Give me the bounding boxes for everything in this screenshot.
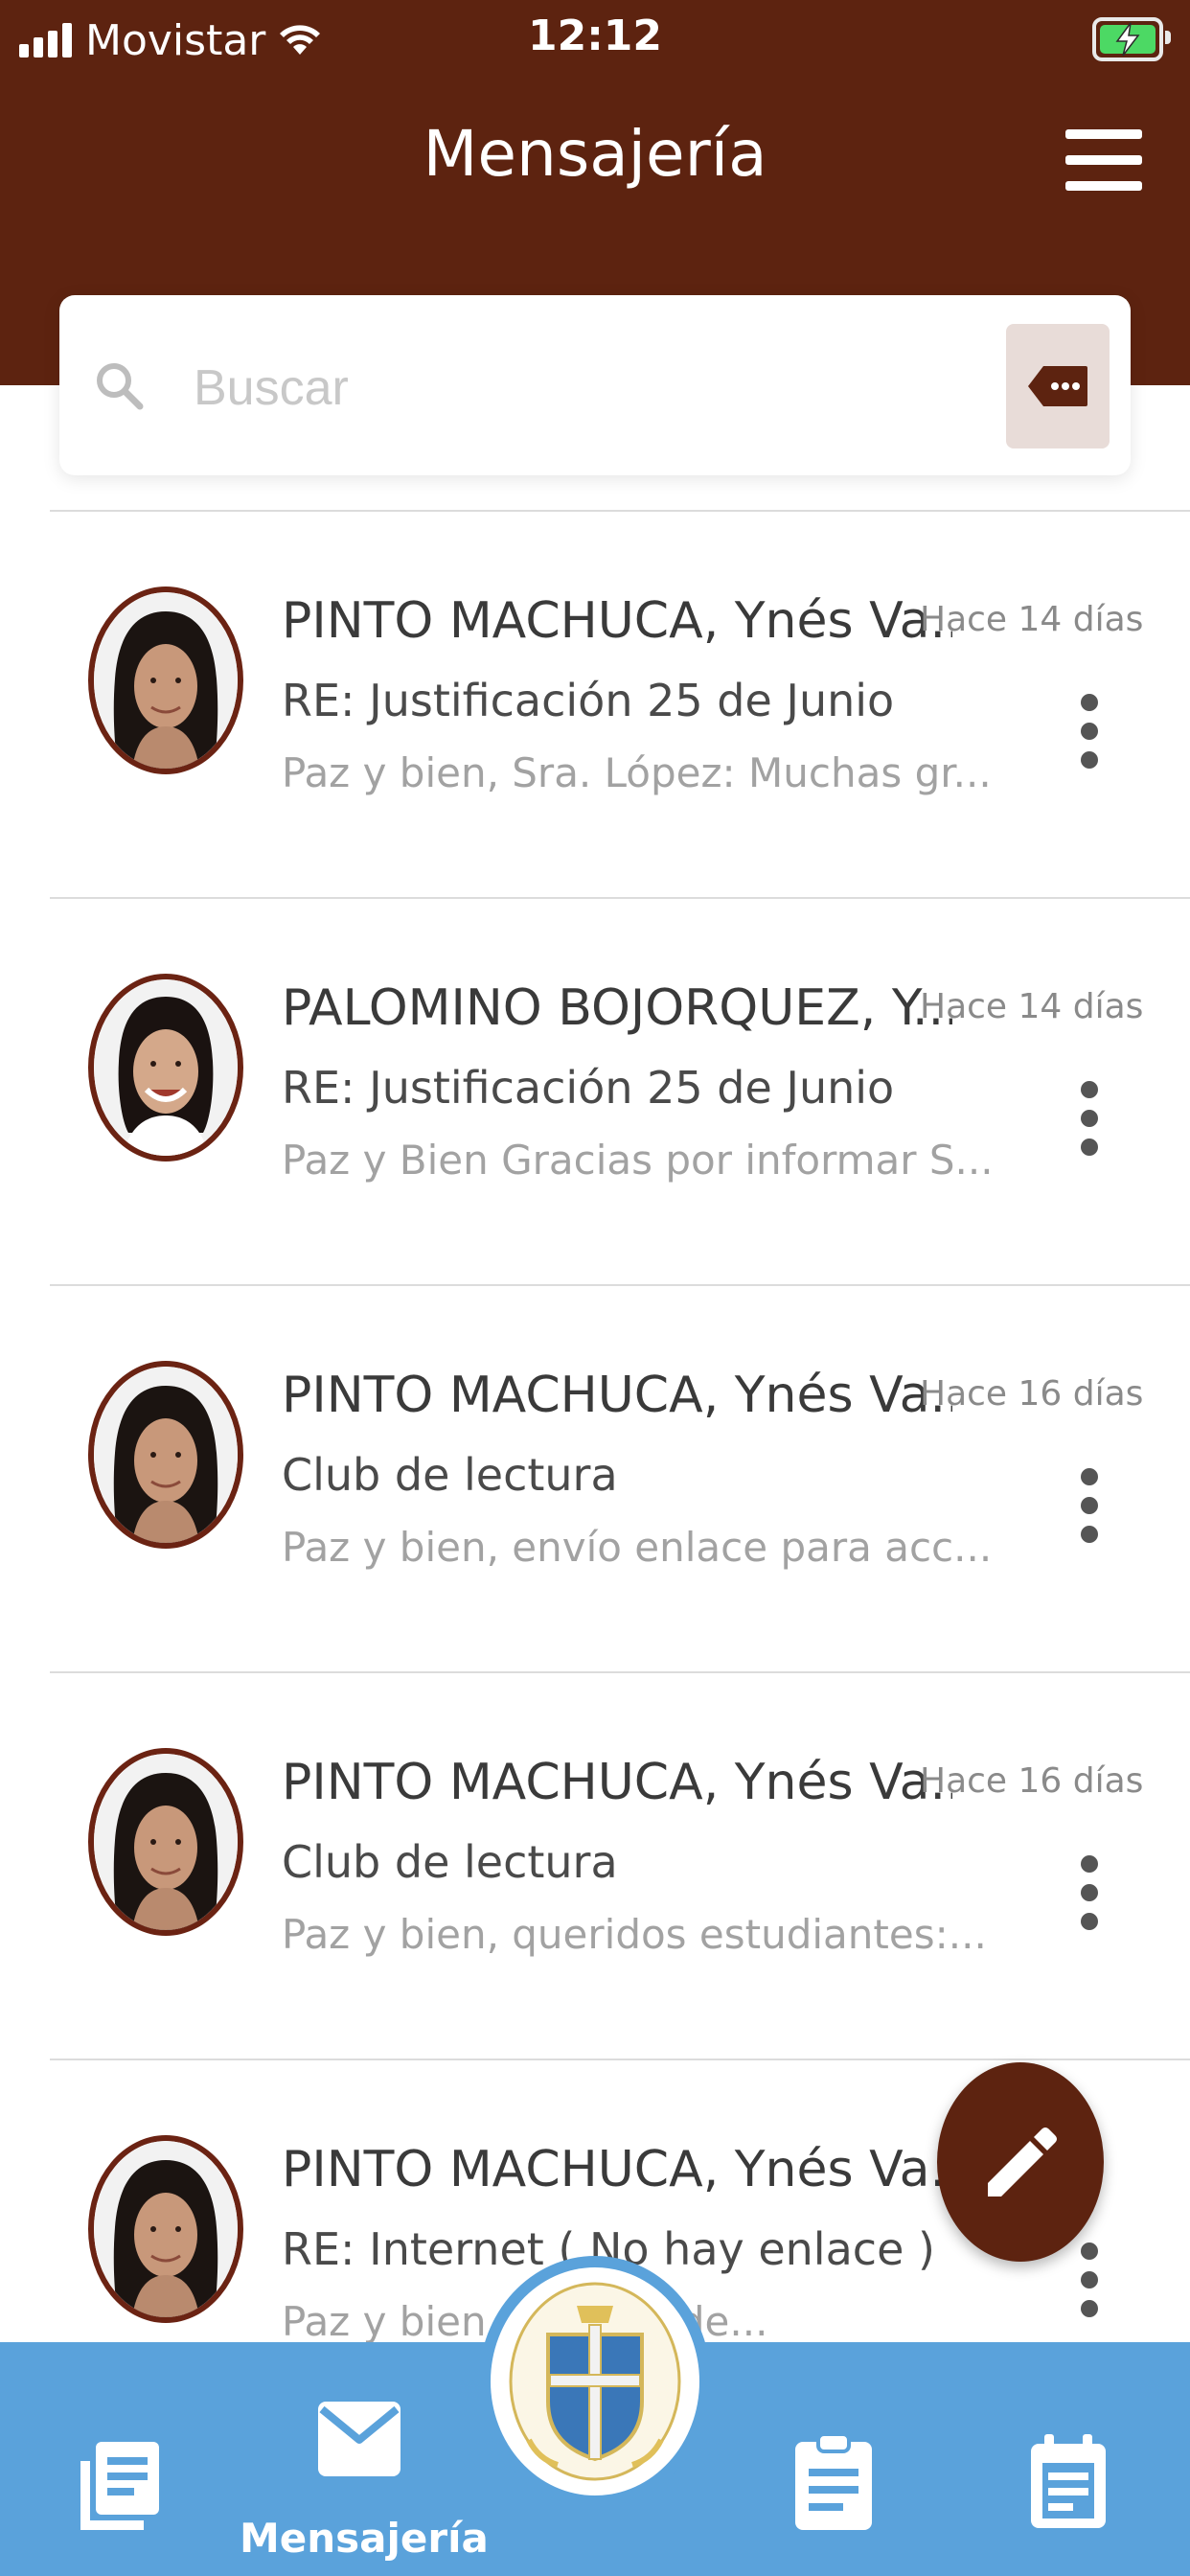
calendar-icon [1031,2434,1106,2528]
message-preview: Paz y Bien Gracias por informar S... [282,1137,994,1184]
search-input[interactable] [192,349,1039,427]
nav-mensajeria[interactable]: Mensajería [240,2342,489,2576]
more-options-icon[interactable] [1075,1081,1104,1163]
message-subject: RE: Justificación 25 de Junio [282,1062,895,1114]
message-sender: PINTO MACHUCA, Ynés Va... [282,592,952,650]
message-item[interactable]: PALOMINO BOJORQUEZ, Y... Hace 14 días RE… [50,897,1190,1284]
page-title: Mensajería [423,117,767,191]
avatar [88,1361,243,1549]
more-options-icon[interactable] [1075,1468,1104,1551]
nav-documents[interactable] [67,2342,172,2576]
message-time: Hace 14 días [920,600,1144,639]
avatar [88,2135,243,2323]
nav-tasks[interactable] [786,2342,881,2576]
more-options-icon[interactable] [1075,2242,1104,2325]
message-item[interactable]: PINTO MACHUCA, Ynés Va... Hace 16 días C… [50,1284,1190,1671]
compose-button[interactable] [937,2062,1104,2262]
message-preview: Paz y bien, Sra. López: Muchas gr... [282,749,992,796]
message-time: Hace 14 días [920,987,1144,1026]
avatar [88,586,243,774]
mail-icon [318,2402,400,2476]
battery-icon [1092,17,1171,61]
more-options-icon[interactable] [1075,1855,1104,1938]
clipboard-icon [795,2432,872,2530]
message-item[interactable]: PINTO MACHUCA, Ynés Va... Hace 16 días C… [50,1671,1190,2058]
status-time: 12:12 [527,12,663,60]
message-time: Hace 16 días [920,1761,1144,1801]
message-subject: Club de lectura [282,1449,618,1501]
message-subject: RE: Justificación 25 de Junio [282,675,895,726]
message-preview: Paz y bien, envío enlace para acc... [282,1524,993,1571]
search-icon [97,363,144,410]
message-subject: Club de lectura [282,1836,618,1888]
message-sender: PINTO MACHUCA, Ynés Va... [282,2141,952,2198]
nav-calendar[interactable] [1016,2342,1121,2576]
avatar [88,1748,243,1936]
message-time: Hace 16 días [920,1374,1144,1414]
avatar [88,974,243,1162]
school-crest-icon [491,2267,699,2496]
documents-icon [80,2442,159,2530]
hamburger-menu-icon[interactable] [1065,129,1142,191]
message-sender: PINTO MACHUCA, Ynés Va... [282,1754,952,1811]
tag-icon [1028,366,1087,406]
more-options-icon[interactable] [1075,694,1104,776]
pencil-icon [988,2128,1057,2196]
message-preview: Paz y bien, queridos estudiantes:... [282,1911,987,1958]
message-sender: PALOMINO BOJORQUEZ, Y... [282,979,952,1037]
message-sender: PINTO MACHUCA, Ynés Va... [282,1367,952,1424]
message-item[interactable]: PINTO MACHUCA, Ynés Va... Hace 14 días R… [50,510,1190,897]
search-bar [59,295,1131,475]
filter-tag-button[interactable] [1006,324,1110,448]
status-bar: Movistar 12:12 [0,0,1190,80]
nav-label-mensajeria: Mensajería [240,2515,489,2562]
nav-home-crest[interactable] [479,2256,711,2507]
